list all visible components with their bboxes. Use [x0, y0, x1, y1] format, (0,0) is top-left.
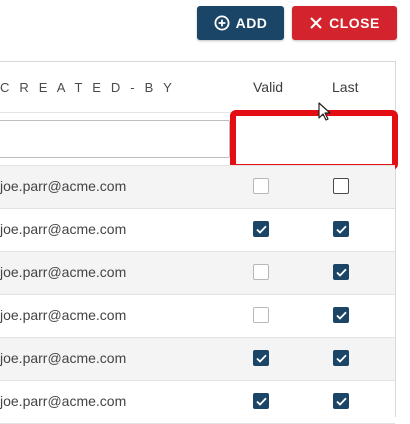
valid-checkbox[interactable] [253, 264, 269, 280]
valid-checkbox[interactable] [253, 178, 269, 194]
last-checkbox[interactable] [333, 393, 349, 409]
toolbar: ADD CLOSE [0, 0, 410, 52]
valid-checkbox[interactable] [253, 393, 269, 409]
valid-checkbox[interactable] [253, 350, 269, 366]
valid-filter-input[interactable] [230, 110, 398, 170]
created-by-cell: joe.parr@acme.com [0, 264, 127, 280]
table-row[interactable]: joe.parr@acme.com [0, 337, 395, 380]
add-button[interactable]: ADD [197, 6, 284, 40]
mouse-pointer-icon [318, 102, 332, 127]
close-icon [309, 16, 323, 30]
last-checkbox[interactable] [333, 350, 349, 366]
table-row[interactable]: joe.parr@acme.com [0, 165, 395, 208]
created-by-filter-input[interactable] [0, 120, 230, 158]
table-row[interactable]: joe.parr@acme.com [0, 251, 395, 294]
last-checkbox[interactable] [333, 264, 349, 280]
created-by-cell: joe.parr@acme.com [0, 221, 127, 237]
created-by-cell: joe.parr@acme.com [0, 393, 127, 409]
plus-circle-icon [214, 15, 230, 31]
created-by-cell: joe.parr@acme.com [0, 307, 127, 323]
valid-checkbox[interactable] [253, 307, 269, 323]
grid-rows: joe.parr@acme.com joe.parr@acme.com joe.pa… [0, 165, 395, 424]
data-grid: C R E A T E D - B Y Valid Last joe.parr@… [0, 61, 398, 424]
column-header-last[interactable]: Last [332, 79, 358, 95]
table-row[interactable]: joe.parr@acme.com [0, 208, 395, 251]
created-by-cell: joe.parr@acme.com [0, 178, 127, 194]
last-checkbox[interactable] [333, 221, 349, 237]
table-row[interactable]: joe.parr@acme.com [0, 380, 395, 424]
last-checkbox[interactable] [333, 178, 349, 194]
close-button[interactable]: CLOSE [292, 6, 397, 40]
column-header-valid[interactable]: Valid [253, 79, 283, 95]
column-header-created-by[interactable]: C R E A T E D - B Y [0, 80, 175, 95]
valid-checkbox[interactable] [253, 221, 269, 237]
add-button-label: ADD [235, 15, 268, 31]
close-button-label: CLOSE [329, 15, 380, 31]
created-by-cell: joe.parr@acme.com [0, 350, 127, 366]
grid-header: C R E A T E D - B Y Valid Last [0, 62, 395, 112]
table-row[interactable]: joe.parr@acme.com [0, 294, 395, 337]
last-checkbox[interactable] [333, 307, 349, 323]
filter-row [0, 110, 398, 170]
